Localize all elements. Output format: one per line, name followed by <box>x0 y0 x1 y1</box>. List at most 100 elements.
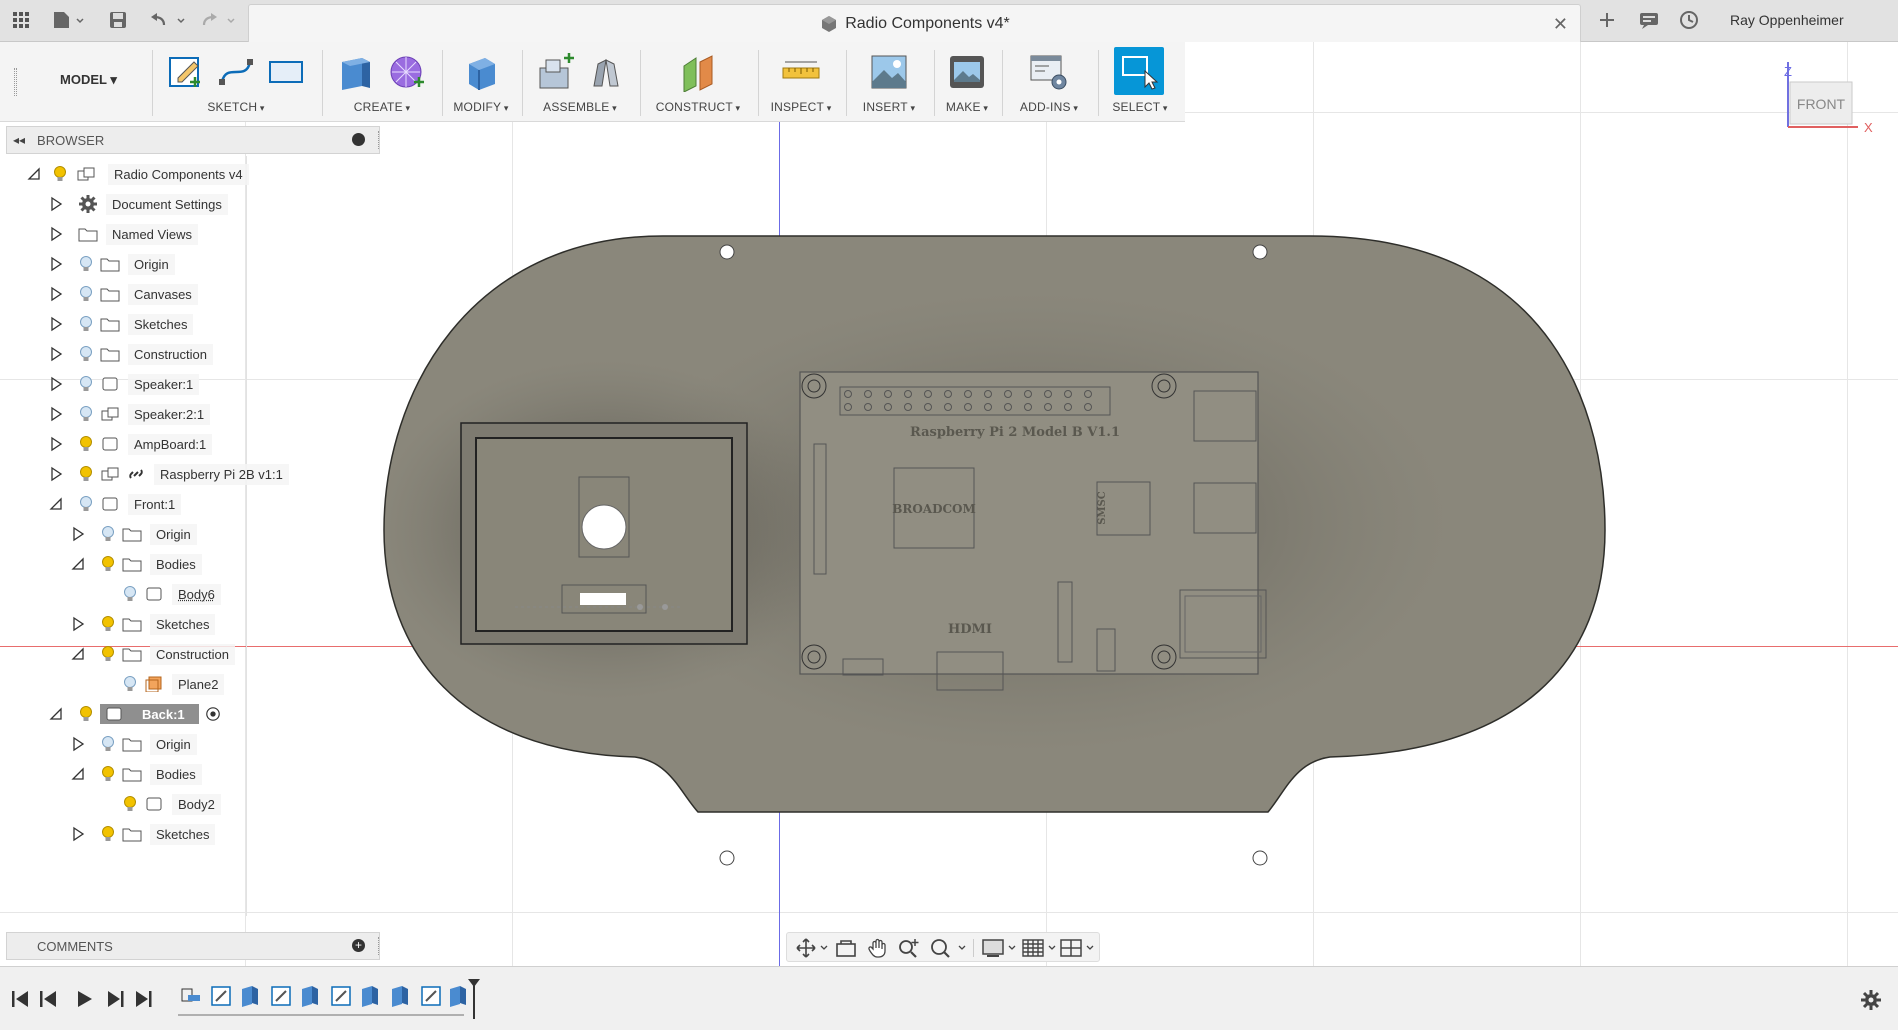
tree-item-front-origin[interactable]: Origin <box>70 522 197 546</box>
extrude-icon[interactable] <box>336 52 376 92</box>
tree-item-raspberry-pi[interactable]: Raspberry Pi 2B v1:1 <box>48 462 289 486</box>
add-comment-icon[interactable]: + <box>352 939 365 952</box>
collapsed-triangle-icon[interactable] <box>70 826 86 842</box>
lightbulb-off-icon[interactable] <box>78 315 94 333</box>
viewports-icon[interactable] <box>1059 937 1099 959</box>
comments-grip[interactable] <box>378 937 381 955</box>
comments-panel[interactable]: COMMENTS + <box>6 932 380 960</box>
new-component-icon[interactable] <box>536 52 576 92</box>
insert-label[interactable]: INSERT <box>852 100 926 114</box>
browser-header[interactable]: ◂◂ BROWSER <box>6 126 380 154</box>
tree-item-body6[interactable]: Body6 <box>122 582 221 606</box>
collapsed-triangle-icon[interactable] <box>48 466 64 482</box>
tree-item-ampboard[interactable]: AmpBoard:1 <box>48 432 213 456</box>
tree-item-document-settings[interactable]: Document Settings <box>48 192 228 216</box>
clock-icon[interactable] <box>1676 6 1702 34</box>
timeline-features[interactable] <box>178 979 488 1019</box>
collapsed-triangle-icon[interactable] <box>48 256 64 272</box>
view-cube[interactable]: Z X FRONT <box>1778 52 1878 162</box>
sketch-group[interactable]: SKETCH <box>158 42 314 122</box>
make-group[interactable]: MAKE <box>940 42 994 122</box>
collapsed-triangle-icon[interactable] <box>70 616 86 632</box>
joint-icon[interactable] <box>586 52 626 92</box>
tree-item-sketches[interactable]: Sketches <box>48 312 194 336</box>
collapsed-triangle-icon[interactable] <box>48 436 64 452</box>
tree-item-front-construction[interactable]: Construction <box>70 642 235 666</box>
measure-icon[interactable] <box>781 52 821 92</box>
form-icon[interactable] <box>386 52 426 92</box>
add-ins-group[interactable]: ADD-INS <box>1008 42 1090 122</box>
insert-image-icon[interactable] <box>869 52 909 92</box>
expanded-triangle-icon[interactable] <box>70 556 86 572</box>
assemble-group[interactable]: ASSEMBLE <box>528 42 632 122</box>
construct-group[interactable]: CONSTRUCT <box>646 42 750 122</box>
lightbulb-off-icon[interactable] <box>78 285 94 303</box>
lightbulb-off-icon[interactable] <box>100 735 116 753</box>
browser-grip[interactable] <box>378 131 381 149</box>
timeline-settings-gear-icon[interactable] <box>1860 989 1882 1011</box>
construct-label[interactable]: CONSTRUCT <box>646 100 750 114</box>
press-pull-icon[interactable] <box>461 52 501 92</box>
lightbulb-off-icon[interactable] <box>78 345 94 363</box>
lightbulb-off-icon[interactable] <box>122 585 138 603</box>
expanded-triangle-icon[interactable] <box>48 496 64 512</box>
pan-hand-icon[interactable] <box>867 937 889 959</box>
browser-options-icon[interactable] <box>352 133 365 146</box>
expanded-triangle-icon[interactable] <box>70 766 86 782</box>
tree-item-speaker-2[interactable]: Speaker:2:1 <box>48 402 211 426</box>
model-geometry[interactable]: Raspberry Pi 2 Model B V1.1 BROADCOM SMS… <box>380 192 1620 892</box>
display-settings-icon[interactable] <box>981 937 1021 959</box>
tree-item-back-bodies[interactable]: Bodies <box>70 762 202 786</box>
fit-zoom-icon[interactable] <box>929 937 969 959</box>
lightbulb-off-icon[interactable] <box>78 405 94 423</box>
tree-item-origin[interactable]: Origin <box>48 252 175 276</box>
select-label[interactable]: SELECT <box>1104 100 1176 114</box>
close-tab-icon[interactable]: ✕ <box>1553 14 1568 35</box>
user-name[interactable]: Ray Oppenheimer <box>1730 12 1844 28</box>
file-menu-icon[interactable] <box>48 6 88 34</box>
lightbulb-icon[interactable] <box>100 765 116 783</box>
lightbulb-off-icon[interactable] <box>78 255 94 273</box>
make-label[interactable]: MAKE <box>940 100 994 114</box>
sketch-label[interactable]: SKETCH <box>158 100 314 114</box>
select-cursor-icon[interactable] <box>1119 51 1159 91</box>
lightbulb-icon[interactable] <box>52 165 68 183</box>
lightbulb-icon[interactable] <box>78 705 94 723</box>
tree-item-body2[interactable]: Body2 <box>122 792 221 816</box>
offset-plane-icon[interactable] <box>678 52 718 92</box>
collapsed-triangle-icon[interactable] <box>48 316 64 332</box>
lightbulb-icon[interactable] <box>78 465 94 483</box>
collapsed-triangle-icon[interactable] <box>48 376 64 392</box>
tree-item-named-views[interactable]: Named Views <box>48 222 198 246</box>
assemble-label[interactable]: ASSEMBLE <box>528 100 632 114</box>
rectangle-icon[interactable] <box>266 52 306 92</box>
line-icon[interactable] <box>216 52 256 92</box>
tree-item-back[interactable]: Back:1 <box>48 702 221 726</box>
inspect-group[interactable]: INSPECT <box>764 42 838 122</box>
collapsed-triangle-icon[interactable] <box>48 346 64 362</box>
3d-print-icon[interactable] <box>947 52 987 92</box>
tree-item-back-sketches[interactable]: Sketches <box>70 822 216 846</box>
tree-item-front-sketches[interactable]: Sketches <box>70 612 216 636</box>
collapsed-triangle-icon[interactable] <box>70 736 86 752</box>
lightbulb-icon[interactable] <box>122 795 138 813</box>
save-icon[interactable] <box>106 6 130 34</box>
tree-item-plane2[interactable]: Plane2 <box>122 672 225 696</box>
look-at-icon[interactable] <box>835 938 857 958</box>
lightbulb-icon[interactable] <box>100 825 116 843</box>
lightbulb-off-icon[interactable] <box>78 375 94 393</box>
collapsed-triangle-icon[interactable] <box>48 196 64 212</box>
app-grid-icon[interactable] <box>8 6 34 34</box>
modify-label[interactable]: MODIFY <box>448 100 514 114</box>
lightbulb-off-icon[interactable] <box>100 525 116 543</box>
tree-item-root[interactable]: Radio Components v4 <box>26 162 249 186</box>
lightbulb-off-icon[interactable] <box>78 495 94 513</box>
active-component-highlight[interactable]: Back:1 <box>100 704 199 724</box>
document-tab[interactable]: Radio Components v4* ✕ <box>248 4 1581 42</box>
grid-settings-icon[interactable] <box>1021 937 1061 959</box>
tree-item-construction[interactable]: Construction <box>48 342 213 366</box>
zoom-icon[interactable] <box>897 937 921 959</box>
lightbulb-icon[interactable] <box>78 435 94 453</box>
lightbulb-icon[interactable] <box>100 555 116 573</box>
add-ins-label[interactable]: ADD-INS <box>1008 100 1090 114</box>
